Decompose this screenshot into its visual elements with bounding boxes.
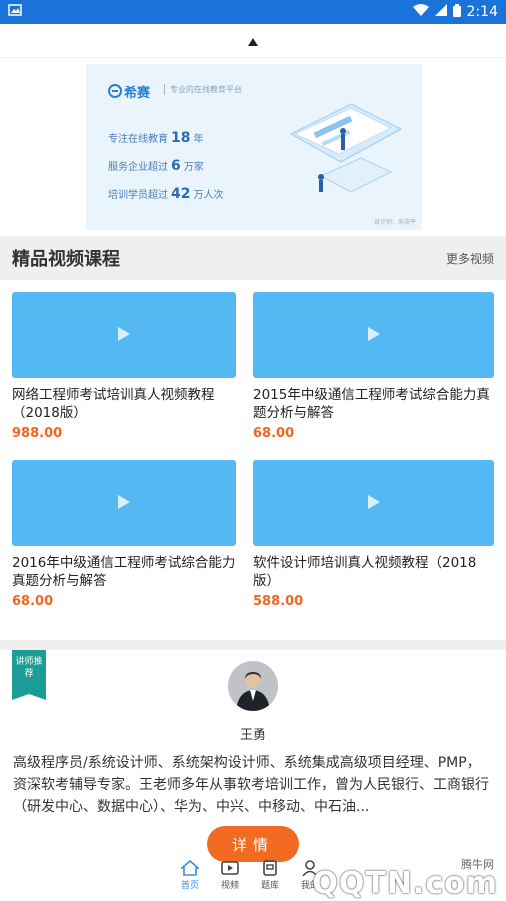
nav-home[interactable]: 首页 xyxy=(176,858,204,900)
banner-credit: 设计师：朱张平 xyxy=(373,219,416,226)
bottom-nav: 首页 视频 题库 我的 xyxy=(176,858,324,900)
section-header: 精品视频课程 更多视频 xyxy=(0,236,506,280)
more-videos-link[interactable]: 更多视频 xyxy=(446,250,494,267)
teacher-avatar[interactable] xyxy=(228,661,278,711)
question-bank-icon xyxy=(256,858,284,878)
play-icon xyxy=(367,494,380,513)
play-icon xyxy=(367,326,380,345)
course-title[interactable]: 2015年中级通信工程师考试综合能力真题分析与解答 xyxy=(253,386,494,422)
clock: 2:14 xyxy=(466,4,498,20)
course-card[interactable]: 2015年中级通信工程师考试综合能力真题分析与解答 68.00 xyxy=(253,292,494,441)
nav-label: 视频 xyxy=(220,881,239,891)
course-title[interactable]: 软件设计师培训真人视频教程（2018版） xyxy=(253,554,494,590)
course-price: 988.00 xyxy=(12,426,63,441)
course-card[interactable]: 软件设计师培训真人视频教程（2018版） 588.00 xyxy=(253,460,494,609)
course-thumbnail[interactable] xyxy=(253,460,494,546)
collapse-arrow-icon[interactable] xyxy=(248,31,258,50)
wifi-icon xyxy=(412,4,429,20)
battery-icon xyxy=(452,3,461,21)
course-title[interactable]: 网络工程师考试培训真人视频教程（2018版） xyxy=(12,386,236,422)
course-thumbnail[interactable] xyxy=(12,292,236,378)
banner-stat-students: 培训学员超过 42 万人次 xyxy=(108,186,224,202)
course-title[interactable]: 2016年中级通信工程师考试综合能力真题分析与解答 xyxy=(12,554,236,590)
section-title: 精品视频课程 xyxy=(12,249,120,270)
detail-button[interactable]: 详情 xyxy=(207,826,299,862)
brand-name: 希赛 xyxy=(124,86,151,101)
play-icon xyxy=(118,326,130,345)
course-thumbnail[interactable] xyxy=(253,292,494,378)
notification-icon xyxy=(8,4,22,20)
teacher-description: 高级程序员/系统设计师、系统架构设计师、系统集成高级项目经理、PMP，资深软考辅… xyxy=(13,755,489,815)
course-price: 68.00 xyxy=(253,426,295,441)
course-price: 68.00 xyxy=(12,594,54,609)
nav-question-bank[interactable]: 题库 xyxy=(256,858,284,900)
brand-logo-icon xyxy=(108,83,122,102)
nav-label: 题库 xyxy=(260,881,279,891)
banner-area: 希赛 专业的在线教育平台 专注在线教育 18 年 服务企业超过 6 万家 培训学员超过 4… xyxy=(0,58,506,236)
banner-stat-companies: 服务企业超过 6 万家 xyxy=(108,158,204,174)
home-icon xyxy=(176,858,204,878)
video-icon xyxy=(216,858,244,878)
watermark-logo: QQTN.com xyxy=(312,866,498,901)
teacher-recommend-badge: 讲师推荐 xyxy=(12,650,46,700)
promo-banner[interactable]: 希赛 专业的在线教育平台 专注在线教育 18 年 服务企业超过 6 万家 培训学员超过 4… xyxy=(86,64,422,230)
signal-icon xyxy=(434,4,447,20)
banner-illustration xyxy=(281,94,411,208)
course-card[interactable]: 2016年中级通信工程师考试综合能力真题分析与解答 68.00 xyxy=(12,460,236,609)
nav-label: 首页 xyxy=(180,881,199,891)
course-thumbnail[interactable] xyxy=(12,460,236,546)
status-bar: 2:14 xyxy=(0,0,506,24)
teacher-name: 王勇 xyxy=(239,728,266,743)
banner-stat-years: 专注在线教育 18 年 xyxy=(108,130,204,146)
course-price: 588.00 xyxy=(253,594,304,609)
section-divider xyxy=(0,640,506,650)
nav-video[interactable]: 视频 xyxy=(216,858,244,900)
play-icon xyxy=(118,494,130,513)
top-bar xyxy=(0,24,506,58)
brand-tagline: 专业的在线教育平台 xyxy=(164,84,242,95)
course-card[interactable]: 网络工程师考试培训真人视频教程（2018版） 988.00 xyxy=(12,292,236,441)
